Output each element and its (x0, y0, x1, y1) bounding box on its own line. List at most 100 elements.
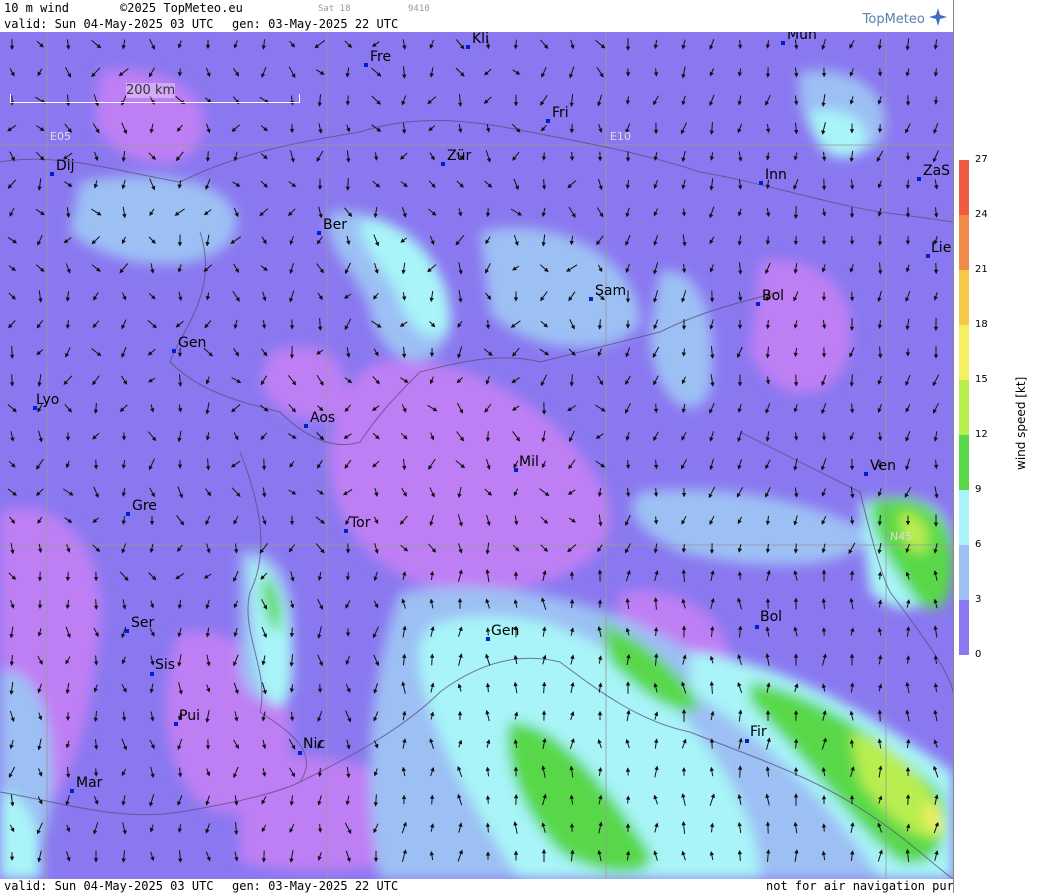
wind-arrow-head (121, 771, 126, 777)
city-label: Aos (310, 410, 336, 426)
legend-swatch (959, 215, 969, 270)
wind-arrow-head (541, 156, 547, 161)
wind-arrow-head (205, 466, 211, 471)
wind-arrow-head (289, 128, 295, 134)
wind-arrow-head (262, 492, 267, 498)
city-dot (298, 751, 302, 755)
wind-arrow-head (681, 569, 686, 574)
wind-arrow-head (261, 45, 266, 50)
wind-arrow-head (67, 72, 71, 78)
city-label: Bol (762, 288, 785, 304)
wind-arrow-head (261, 73, 266, 78)
wind-arrow-head (625, 241, 630, 246)
wind-arrow-head (597, 156, 603, 162)
wind-field (0, 32, 953, 879)
legend-tick-label: 12 (975, 429, 988, 440)
wind-map[interactable]: 200 km E05 E10 N45 Kli Mün Fre Fri Dij Z… (0, 32, 953, 879)
legend-swatch (959, 380, 969, 435)
wind-arrow-head (570, 44, 575, 50)
wind-arrow-head (121, 492, 126, 497)
wind-arrow-head (233, 577, 238, 583)
wind-arrow-head (793, 626, 798, 632)
wind-arrow-head (681, 157, 686, 163)
wind-arrow-head (905, 240, 911, 245)
wind-arrow-head (905, 465, 910, 471)
wind-arrow-head (177, 604, 183, 610)
wind-arrow-head (600, 407, 606, 412)
wind-arrow-head (737, 408, 742, 413)
wind-arrow-head (821, 212, 827, 217)
wind-arrow-head (234, 268, 239, 274)
wind-arrow-head (653, 436, 658, 442)
wind-arrow-head (709, 101, 714, 107)
wind-arrow-head (765, 73, 771, 78)
wind-arrow-head (317, 102, 322, 107)
wind-arrow-head (737, 437, 742, 443)
wind-arrow-head (597, 569, 603, 574)
wind-arrow-head (737, 654, 742, 659)
wind-arrow-head (821, 491, 826, 497)
wind-arrow-head (653, 548, 658, 554)
wind-arrow-head (653, 44, 658, 50)
footer-valid-time: valid: Sun 04-May-2025 03 UTC (4, 879, 214, 893)
wind-arrow-head (9, 354, 15, 360)
wind-arrow-head (709, 71, 714, 77)
wind-arrow-head (205, 604, 210, 610)
wind-arrow-head (236, 379, 242, 384)
wind-arrow-head (624, 548, 629, 554)
wind-arrow-head (597, 101, 602, 107)
wind-arrow-head (374, 603, 379, 609)
wind-arrow-head (877, 627, 883, 633)
wind-arrow-head (765, 155, 771, 161)
wind-arrow-head (233, 632, 238, 638)
wind-arrow-head (709, 186, 714, 191)
wind-arrow-head (148, 465, 153, 471)
wind-arrow-head (291, 73, 296, 79)
wind-arrow-head (681, 408, 687, 414)
wind-arrow-head (289, 240, 294, 246)
wind-arrow-head (905, 156, 911, 161)
wind-arrow-head (121, 659, 126, 665)
wind-arrow-head (625, 436, 630, 441)
wind-arrow-head (150, 269, 155, 274)
city-label: Zür (447, 148, 472, 164)
wind-arrow-head (205, 520, 210, 526)
wind-arrow-head (235, 182, 241, 187)
wind-arrow-head (121, 44, 126, 50)
wind-arrow-head (177, 43, 182, 49)
wind-arrow-head (933, 269, 939, 275)
city-label: ZaS (923, 163, 951, 179)
wind-arrow-head (737, 101, 742, 106)
wind-arrow-head (653, 211, 658, 217)
city-label: Ber (323, 217, 347, 233)
wind-arrow-head (289, 269, 294, 274)
wind-arrow-head (625, 72, 631, 77)
wind-arrow-head (571, 213, 576, 218)
wind-arrow-head (933, 654, 939, 660)
city-label: Gen (491, 623, 520, 639)
wind-arrow-head (709, 409, 714, 414)
legend-tick-label: 6 (975, 539, 982, 550)
map-header: 10 m wind ©2025 TopMeteo.eu valid: Sun 0… (0, 0, 953, 32)
wind-arrow-head (65, 324, 71, 329)
wind-arrow-head (93, 829, 98, 835)
wind-arrow-head (233, 520, 238, 525)
wind-arrow-head (150, 492, 155, 498)
wind-arrow-head (681, 44, 686, 50)
wind-arrow-head (458, 298, 463, 303)
wind-arrow-head (933, 354, 939, 359)
wind-arrow-head (877, 241, 883, 246)
wind-arrow-head (177, 773, 183, 778)
city-label: Bol (760, 609, 783, 625)
wind-arrow-head (486, 157, 491, 163)
wind-arrow-head (765, 464, 770, 470)
city-label: Gre (132, 498, 157, 514)
wind-arrow-head (177, 268, 182, 273)
city-dot (864, 472, 868, 476)
legend-swatch (959, 270, 969, 325)
wind-arrow-head (345, 101, 351, 106)
wind-arrow-head (569, 437, 573, 443)
city-label: Fre (370, 49, 392, 65)
wind-arrow-head (793, 185, 798, 190)
city-dot (781, 41, 785, 45)
